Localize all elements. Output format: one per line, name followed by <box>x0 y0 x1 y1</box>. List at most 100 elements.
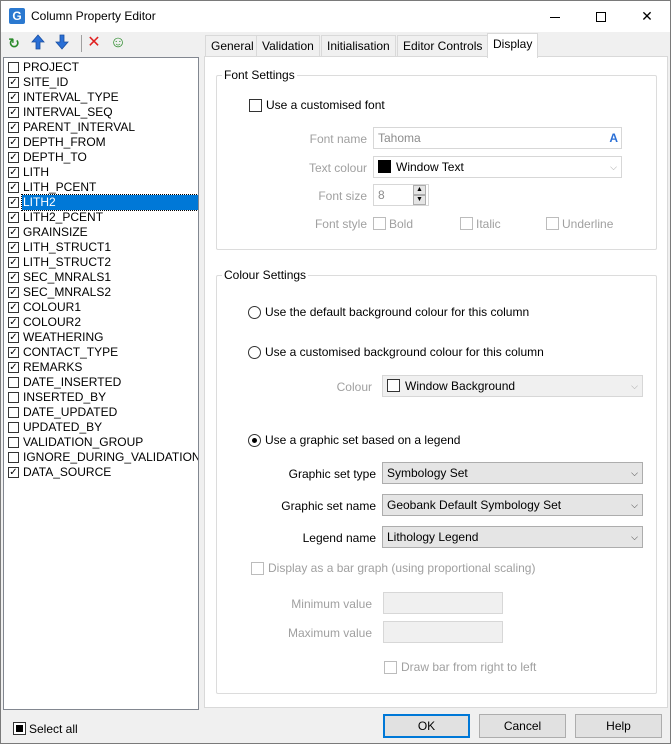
column-visible-checkbox[interactable] <box>8 437 19 448</box>
background-colour-combo[interactable]: Window Background ⌵ <box>382 375 643 397</box>
column-list-item[interactable]: ✓ CONTACT_TYPE <box>5 345 197 360</box>
column-visible-checkbox[interactable]: ✓ <box>8 212 19 223</box>
maximize-button[interactable] <box>578 1 624 32</box>
column-visible-checkbox[interactable]: ✓ <box>8 272 19 283</box>
column-name-label: DEPTH_TO <box>23 150 87 164</box>
font-size-spinner[interactable]: ▲ ▼ <box>413 185 426 205</box>
column-list-item[interactable]: ✓ LITH <box>5 165 197 180</box>
column-visible-checkbox[interactable] <box>8 62 19 73</box>
move-down-icon[interactable] <box>53 34 71 52</box>
column-visible-checkbox[interactable]: ✓ <box>8 242 19 253</box>
refresh-icon[interactable]: ↻ <box>5 34 23 52</box>
column-list-item[interactable]: INSERTED_BY <box>5 390 197 405</box>
column-visible-checkbox[interactable]: ✓ <box>8 182 19 193</box>
use-custom-font-checkbox[interactable] <box>249 99 262 112</box>
column-list-item[interactable]: ✓ LITH2 <box>5 194 198 211</box>
bar-graph-checkbox[interactable] <box>251 562 264 575</box>
close-button[interactable]: ✕ <box>624 1 670 32</box>
column-list-item[interactable]: ✓ INTERVAL_TYPE <box>5 90 197 105</box>
column-list-item[interactable]: PROJECT <box>5 60 197 75</box>
column-visible-checkbox[interactable]: ✓ <box>8 77 19 88</box>
column-visible-checkbox[interactable]: ✓ <box>8 167 19 178</box>
right-to-left-checkbox[interactable] <box>384 661 397 674</box>
column-list-item[interactable]: ✓ PARENT_INTERVAL <box>5 120 197 135</box>
italic-checkbox[interactable] <box>460 217 473 230</box>
italic-label: Italic <box>476 217 501 231</box>
column-visible-checkbox[interactable]: ✓ <box>8 257 19 268</box>
graphic-set-name-combo[interactable]: Geobank Default Symbology Set ⌵ <box>382 494 643 516</box>
title-bar[interactable]: G Column Property Editor ✕ <box>1 1 670 32</box>
column-visible-checkbox[interactable] <box>8 392 19 403</box>
text-colour-combo[interactable]: Window Text ⌵ <box>373 156 622 178</box>
bold-checkbox[interactable] <box>373 217 386 230</box>
column-visible-checkbox[interactable]: ✓ <box>8 107 19 118</box>
legend-name-combo[interactable]: Lithology Legend ⌵ <box>382 526 643 548</box>
tab-general[interactable]: General <box>205 35 260 57</box>
column-list-item[interactable]: DATE_UPDATED <box>5 405 197 420</box>
column-visible-checkbox[interactable]: ✓ <box>8 152 19 163</box>
column-visible-checkbox[interactable] <box>8 377 19 388</box>
column-visible-checkbox[interactable] <box>8 452 19 463</box>
column-visible-checkbox[interactable] <box>8 422 19 433</box>
font-size-value: 8 <box>378 188 385 202</box>
column-list-item[interactable]: ✓ LITH2_PCENT <box>5 210 197 225</box>
spin-up-icon[interactable]: ▲ <box>413 185 426 195</box>
font-picker-icon[interactable]: A <box>609 128 618 148</box>
column-list-item[interactable]: ✓ SEC_MNRALS2 <box>5 285 197 300</box>
graphic-set-radio[interactable] <box>248 434 261 447</box>
column-visible-checkbox[interactable] <box>8 407 19 418</box>
column-list[interactable]: PROJECT ✓ SITE_ID ✓ INTERVAL_TYPE ✓ INTERVAL_S… <box>3 57 199 710</box>
column-list-item[interactable]: ✓ DEPTH_FROM <box>5 135 197 150</box>
column-list-item[interactable]: ✓ SEC_MNRALS1 <box>5 270 197 285</box>
column-list-item[interactable]: ✓ REMARKS <box>5 360 197 375</box>
column-list-item[interactable]: ✓ INTERVAL_SEQ <box>5 105 197 120</box>
user-icon[interactable]: ☺ <box>109 34 127 52</box>
column-visible-checkbox[interactable]: ✓ <box>8 92 19 103</box>
font-name-field[interactable]: Tahoma A <box>373 127 622 149</box>
column-list-item[interactable]: ✓ LITH_STRUCT1 <box>5 240 197 255</box>
select-all-checkbox[interactable] <box>13 722 26 735</box>
radio-selected-dot <box>252 438 257 443</box>
column-visible-checkbox[interactable]: ✓ <box>8 347 19 358</box>
column-visible-checkbox[interactable]: ✓ <box>8 197 19 208</box>
column-visible-checkbox[interactable]: ✓ <box>8 317 19 328</box>
column-list-item[interactable]: ✓ COLOUR1 <box>5 300 197 315</box>
column-visible-checkbox[interactable]: ✓ <box>8 137 19 148</box>
cancel-button[interactable]: Cancel <box>479 714 566 738</box>
help-button[interactable]: Help <box>575 714 662 738</box>
column-visible-checkbox[interactable]: ✓ <box>8 332 19 343</box>
underline-checkbox[interactable] <box>546 217 559 230</box>
column-visible-checkbox[interactable]: ✓ <box>8 287 19 298</box>
column-visible-checkbox[interactable]: ✓ <box>8 362 19 373</box>
default-colour-radio[interactable] <box>248 306 261 319</box>
spin-down-icon[interactable]: ▼ <box>413 195 426 205</box>
move-up-icon[interactable] <box>29 34 47 52</box>
custom-colour-radio[interactable] <box>248 346 261 359</box>
tab-editor-controls[interactable]: Editor Controls <box>397 35 489 57</box>
graphic-set-type-combo[interactable]: Symbology Set ⌵ <box>382 462 643 484</box>
column-visible-checkbox[interactable]: ✓ <box>8 467 19 478</box>
column-list-item[interactable]: ✓ DATA_SOURCE <box>5 465 197 480</box>
column-list-item[interactable]: ✓ COLOUR2 <box>5 315 197 330</box>
column-list-item[interactable]: ✓ SITE_ID <box>5 75 197 90</box>
column-list-item[interactable]: DATE_INSERTED <box>5 375 197 390</box>
column-list-item[interactable]: ✓ WEATHERING <box>5 330 197 345</box>
column-list-item[interactable]: UPDATED_BY <box>5 420 197 435</box>
column-list-item[interactable]: ✓ GRAINSIZE <box>5 225 197 240</box>
column-visible-checkbox[interactable]: ✓ <box>8 227 19 238</box>
column-list-item[interactable]: ✓ LITH_PCENT <box>5 180 197 195</box>
tab-display[interactable]: Display <box>487 33 539 58</box>
column-list-item[interactable]: VALIDATION_GROUP <box>5 435 197 450</box>
tab-initialisation[interactable]: Initialisation <box>321 35 396 57</box>
minimum-value-field[interactable] <box>383 592 503 614</box>
column-visible-checkbox[interactable]: ✓ <box>8 302 19 313</box>
tab-validation[interactable]: Validation <box>256 35 320 57</box>
ok-button[interactable]: OK <box>383 714 470 738</box>
column-visible-checkbox[interactable]: ✓ <box>8 122 19 133</box>
delete-icon[interactable]: ✕ <box>85 34 103 52</box>
maximum-value-field[interactable] <box>383 621 503 643</box>
column-list-item[interactable]: ✓ LITH_STRUCT2 <box>5 255 197 270</box>
minimize-button[interactable] <box>532 1 578 32</box>
column-list-item[interactable]: ✓ DEPTH_TO <box>5 150 197 165</box>
column-list-item[interactable]: IGNORE_DURING_VALIDATION <box>5 450 198 465</box>
